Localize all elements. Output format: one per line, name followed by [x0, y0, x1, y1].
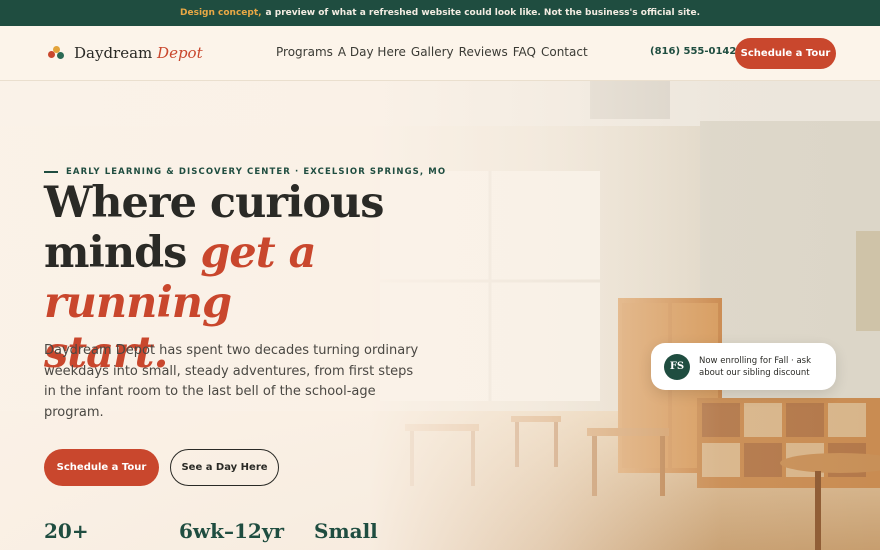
banner-highlight: Design concept,	[180, 8, 262, 18]
enrollment-text: Now enrolling for Fall · ask about our s…	[699, 355, 812, 378]
avatar: FS	[664, 353, 690, 380]
eyebrow-text: EARLY LEARNING & DISCOVERY CENTER · EXCE…	[66, 167, 447, 177]
nav-link-reviews[interactable]: Reviews	[459, 45, 508, 59]
headline-line-2: minds	[44, 228, 187, 278]
nav-link-gallery[interactable]: Gallery	[411, 45, 454, 59]
banner-text: a preview of what a refreshed website co…	[265, 8, 700, 18]
stat-class-size: Small	[314, 519, 378, 543]
eyebrow-rule	[44, 171, 58, 173]
nav-link-programs[interactable]: Programs	[276, 45, 333, 59]
phone-link[interactable]: (816) 555-0142	[650, 46, 736, 57]
nav-links: Programs A Day Here Gallery Reviews FAQ …	[276, 45, 588, 59]
see-a-day-button[interactable]: See a Day Here	[170, 449, 279, 486]
nav-link-faq[interactable]: FAQ	[513, 45, 536, 59]
logo-mark-icon	[48, 45, 64, 61]
logo[interactable]: Daydream Depot	[48, 44, 203, 62]
enrollment-badge: FS Now enrolling for Fall · ask about ou…	[651, 343, 836, 390]
top-navigation: Daydream Depot Programs A Day Here Galle…	[0, 26, 880, 81]
logo-accent: Depot	[157, 44, 203, 62]
concept-banner: Design concept, a preview of what a refr…	[0, 0, 880, 26]
hero-eyebrow: EARLY LEARNING & DISCOVERY CENTER · EXCE…	[44, 167, 446, 177]
schedule-tour-nav-button[interactable]: Schedule a Tour	[735, 38, 836, 69]
logo-text: Daydream Depot	[74, 44, 203, 62]
nav-link-a-day-here[interactable]: A Day Here	[338, 45, 406, 59]
hero-section: EARLY LEARNING & DISCOVERY CENTER · EXCE…	[0, 81, 880, 550]
nav-link-contact[interactable]: Contact	[541, 45, 588, 59]
hero-lead: Daydream Depot has spent two decades tur…	[44, 343, 419, 420]
headline-line-1: Where curious	[44, 178, 384, 228]
hero-stats: 20+ 6wk–12yr Small	[44, 519, 378, 543]
logo-primary: Daydream	[74, 44, 153, 62]
stat-years: 20+	[44, 519, 89, 543]
stat-ages: 6wk–12yr	[179, 519, 284, 543]
schedule-tour-button[interactable]: Schedule a Tour	[44, 449, 159, 486]
